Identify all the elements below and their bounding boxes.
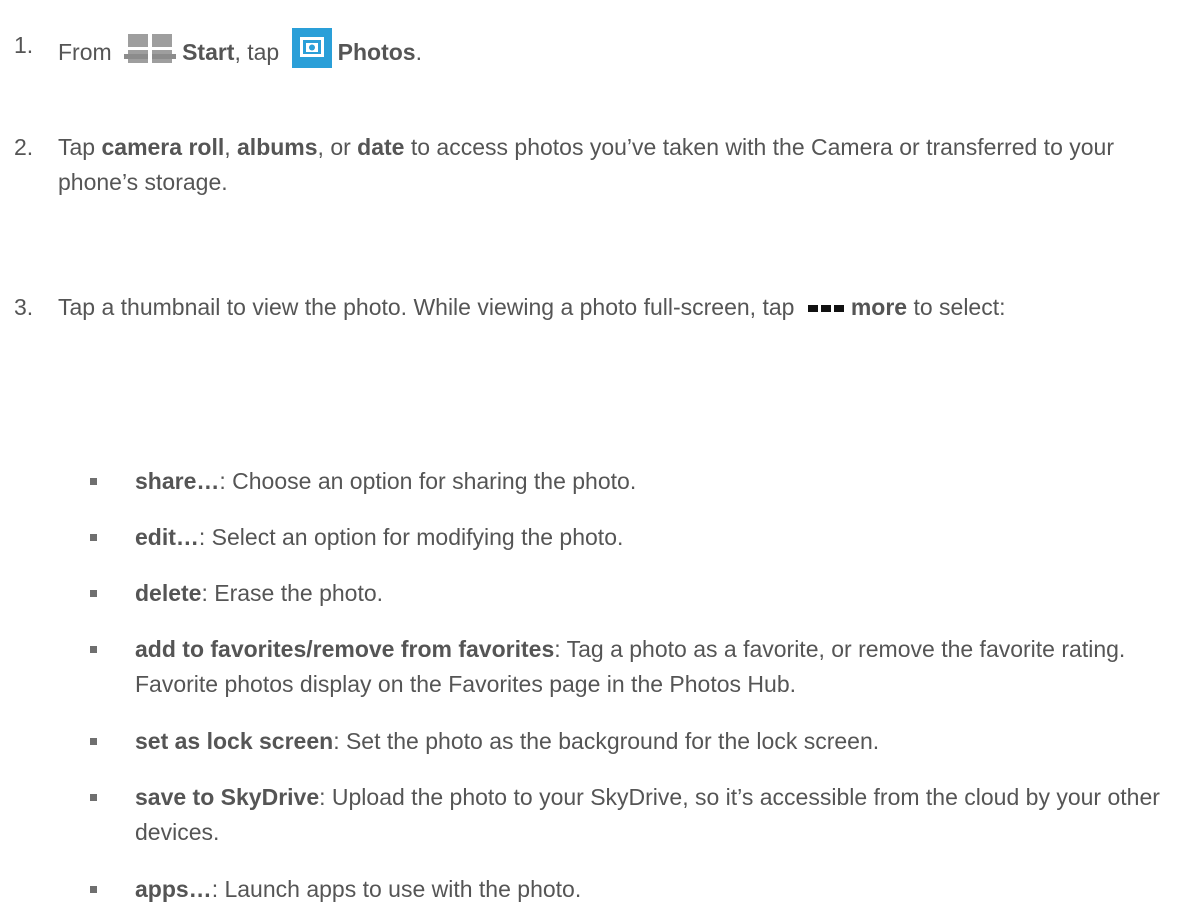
document-page: 1. From Start, tap Photos. 2. Tap camera… (0, 0, 1184, 902)
step-text: From Start, tap Photos. (58, 28, 1164, 78)
photos-camera-icon (291, 28, 332, 78)
start-label: Start (182, 39, 235, 65)
option-desc: : Erase the photo. (201, 580, 384, 606)
step-2-pre: Tap (58, 134, 102, 160)
more-dots-icon (807, 298, 845, 333)
step-1-from: From (58, 39, 112, 65)
option-term: edit… (135, 524, 199, 550)
option-term: delete (135, 580, 202, 606)
step-number: 1. (14, 32, 34, 58)
option-term: save to SkyDrive (135, 784, 320, 810)
bullet-square (90, 646, 97, 653)
more-label: more (850, 294, 908, 320)
option-term: add to favorites/remove from favorites (135, 636, 555, 662)
step-3-pre: Tap a thumbnail to view the photo. While… (58, 294, 795, 320)
bullet-square (90, 590, 97, 597)
step-text: Tap camera roll, albums, or date to acce… (58, 130, 1164, 200)
option-term: apps… (135, 876, 212, 902)
option-desc: : Launch apps to use with the photo. (211, 876, 582, 902)
step-text: Tap a thumbnail to view the photo. While… (58, 290, 1164, 333)
option-desc: : Select an option for modifying the pho… (198, 524, 624, 550)
step-1-mid: , tap (234, 39, 280, 65)
step-number: 3. (14, 294, 34, 320)
albums-term: albums (237, 134, 318, 160)
bullet-square (90, 478, 97, 485)
option-term: share… (135, 468, 220, 494)
option-desc: : Set the photo as the background for th… (333, 728, 880, 754)
option-desc: : Choose an option for sharing the photo… (219, 468, 637, 494)
step-2-sep: , or (317, 134, 358, 160)
photos-label: Photos (337, 39, 416, 65)
step-3-post: to select: (907, 294, 1006, 320)
option-term: set as lock screen (135, 728, 334, 754)
step-1-end: . (415, 39, 422, 65)
bullet-square (90, 738, 97, 745)
windows-start-icon (124, 34, 177, 78)
step-2-sep: , (224, 134, 238, 160)
date-term: date (357, 134, 405, 160)
bullet-square (90, 794, 97, 801)
bullet-square (90, 534, 97, 541)
camera-roll-term: camera roll (101, 134, 225, 160)
step-number: 2. (14, 134, 34, 160)
bullet-square (90, 886, 97, 893)
